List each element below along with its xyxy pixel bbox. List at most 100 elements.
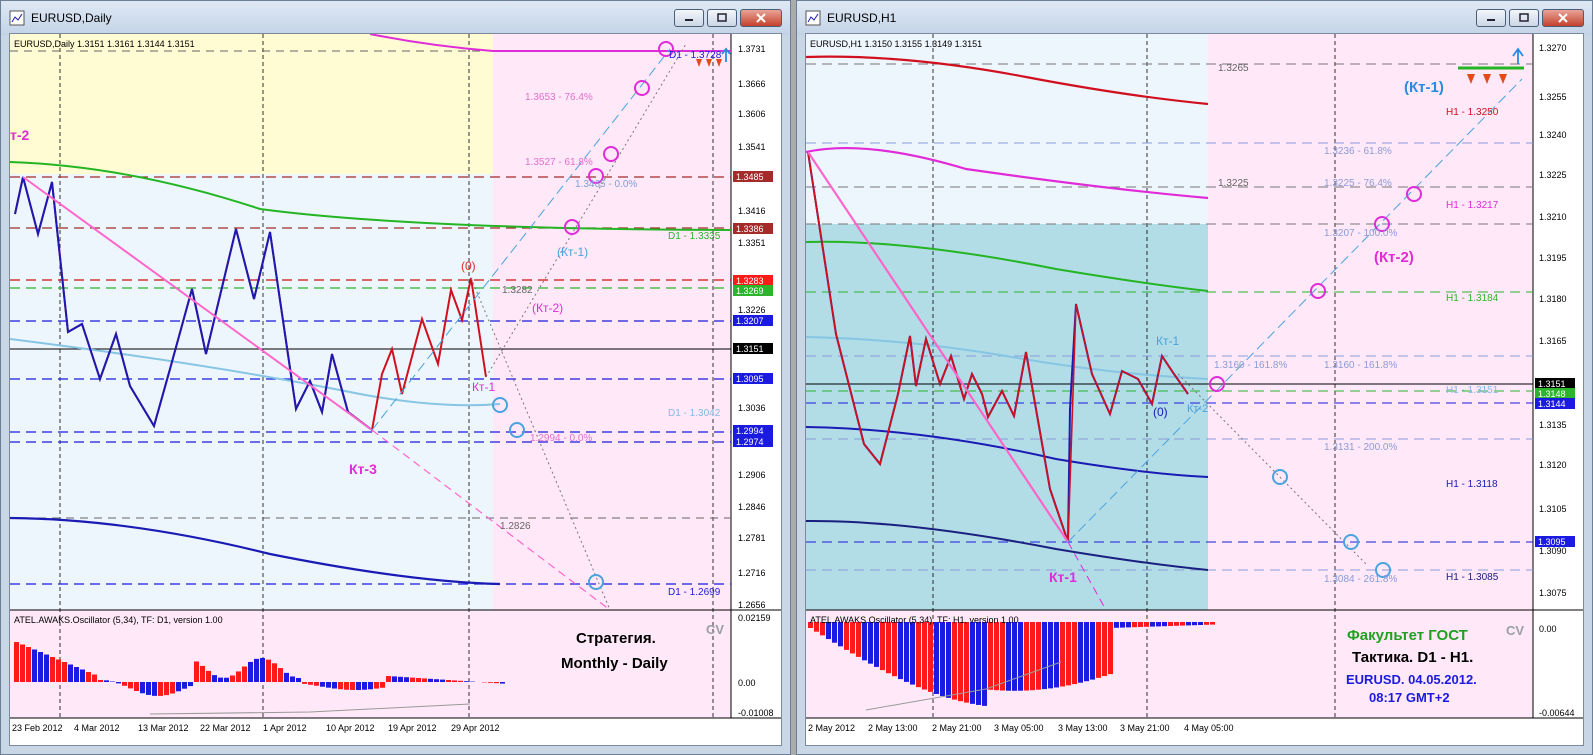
oscillator-bar [1132, 622, 1137, 628]
maximize-button[interactable] [1509, 9, 1539, 27]
chart-area[interactable]: EURUSD,Daily 1.3151 1.3161 1.3144 1.3151… [9, 33, 782, 746]
oscillator-bar [904, 622, 909, 682]
time-axis-label: 4 May 05:00 [1184, 723, 1234, 733]
oscillator-bar [868, 622, 873, 664]
chart-window-icon [805, 10, 821, 26]
daily-chart-window[interactable]: EURUSD,Daily EURUSD,Daily 1.3151 1.3161 … [0, 0, 791, 755]
oscillator-bar [1174, 622, 1179, 626]
h1-chart[interactable]: EURUSD,H1 1.3150 1.3155 1.3149 1.3151 1.… [806, 34, 1584, 746]
oscillator-bar [1024, 622, 1029, 691]
oscillator-bar [1150, 622, 1155, 627]
price-axis-label: 1.3120 [1539, 460, 1567, 470]
daily-chart[interactable]: EURUSD,Daily 1.3151 1.3161 1.3144 1.3151… [10, 34, 782, 746]
chart-area[interactable]: EURUSD,H1 1.3150 1.3155 1.3149 1.3151 1.… [805, 33, 1584, 746]
price-axis-label: 1.3255 [1539, 92, 1567, 102]
oscillator-bar [850, 622, 855, 654]
oscillator-bar [50, 657, 55, 682]
oscillator-bar [1120, 622, 1125, 628]
oscillator-bar [1030, 622, 1035, 691]
time-axis-label: 1 Apr 2012 [263, 723, 307, 733]
oscillator-bar [1144, 622, 1149, 627]
oscillator-bar [404, 677, 409, 682]
oscillator-bar [1156, 622, 1161, 627]
price-axis-label: 1.3226 [738, 305, 766, 315]
h1-red-label: H1 - 1.3250 [1446, 107, 1499, 118]
kt1-paren-label: (Кт-1) [1404, 79, 1444, 96]
price-axis-label: 1.3270 [1539, 43, 1567, 53]
d1-lightblue-label: D1 - 1.3042 [668, 408, 721, 419]
oscillator-bar [488, 682, 493, 683]
price-axis-label: 1.2906 [738, 470, 766, 480]
cv-label: CV [1506, 623, 1524, 638]
level-3282-label: 1.3282 [502, 285, 533, 296]
h1-lightblue-label: H1 - 1.3151 [1446, 385, 1499, 396]
oscillator-bar [212, 675, 217, 682]
oscillator-bar [14, 642, 19, 682]
h1-navy-label: H1 - 1.3085 [1446, 572, 1499, 583]
oscillator-bar [302, 682, 307, 684]
oscillator-bar [1078, 622, 1083, 683]
oscillator-bar [38, 652, 43, 682]
oscillator-bar [976, 622, 981, 705]
oscillator-bar [380, 682, 385, 688]
oscillator-bar [200, 665, 205, 682]
oscillator-bar [260, 658, 265, 682]
price-axis-label: 1.3731 [738, 44, 766, 54]
oscillator-bar [886, 622, 891, 674]
oscillator-bar [398, 676, 403, 682]
oscillator-bar [188, 682, 193, 687]
minimize-button[interactable] [674, 9, 704, 27]
price-axis-label: 1.2846 [738, 502, 766, 512]
kt3-label: Кт-3 [349, 461, 377, 477]
close-button[interactable] [1542, 9, 1584, 27]
oscillator-bar [994, 622, 999, 691]
oscillator-bar [152, 682, 157, 696]
oscillator-bar [56, 659, 61, 682]
oscillator-bar [224, 677, 229, 682]
fib-764-label: 1.3653 - 76.4% [525, 92, 593, 103]
oscillator-bar [1114, 622, 1119, 628]
oscillator-bar [1084, 622, 1089, 682]
oscillator-bar [104, 680, 109, 682]
price-axis-label: 1.3606 [738, 109, 766, 119]
oscillator-bar [982, 622, 987, 706]
oscillator-bar [254, 658, 259, 682]
oscillator-bar [940, 622, 945, 697]
h1-chart-window[interactable]: EURUSD,H1 EURUSD,H1 1.3150 1.3155 1.3149… [796, 0, 1593, 755]
oscillator-bar [1162, 622, 1167, 627]
oscillator-bar [20, 644, 25, 682]
d1-green-label: D1 - 1.3335 [668, 231, 721, 242]
oscillator-bar [218, 677, 223, 682]
price-axis-label: 1.3416 [738, 206, 766, 216]
kt1-bottom-label: Кт-1 [1049, 569, 1077, 585]
price-axis-label: 1.3075 [1539, 588, 1567, 598]
oscillator-bar [922, 622, 927, 690]
osc-axis-label: -0.01008 [738, 708, 774, 718]
level-3265-label: 1.3265 [1218, 63, 1249, 74]
maximize-button[interactable] [707, 9, 737, 27]
oscillator-bar [1192, 622, 1197, 626]
oscillator-bar [110, 681, 115, 682]
price-axis-label: 1.3210 [1539, 212, 1567, 222]
oscillator-bar [80, 669, 85, 682]
oscillator-bar [910, 622, 915, 685]
time-axis-label: 3 May 13:00 [1058, 723, 1108, 733]
oscillator-bar [856, 622, 861, 657]
close-button[interactable] [740, 9, 782, 27]
fib-764-label: 1.3225 - 76.4% [1324, 178, 1392, 189]
oscillator-bar [338, 682, 343, 690]
oscillator-bar [392, 676, 397, 682]
minimize-button[interactable] [1476, 9, 1506, 27]
time-axis-label: 2 May 13:00 [868, 723, 918, 733]
fib-00-low-label: 1.2994 - 0.0% [530, 433, 592, 444]
oscillator-bar [446, 680, 451, 682]
oscillator-bar [272, 663, 277, 682]
oscillator-bar [1210, 622, 1215, 625]
oscillator-bar [1048, 622, 1053, 689]
oscillator-bar [74, 667, 79, 682]
oscillator-bar [898, 622, 903, 680]
osc-axis-label: -0.00644 [1539, 708, 1575, 718]
oscillator-bar [284, 672, 289, 682]
oscillator-bar [290, 676, 295, 682]
oscillator-bar [440, 679, 445, 682]
